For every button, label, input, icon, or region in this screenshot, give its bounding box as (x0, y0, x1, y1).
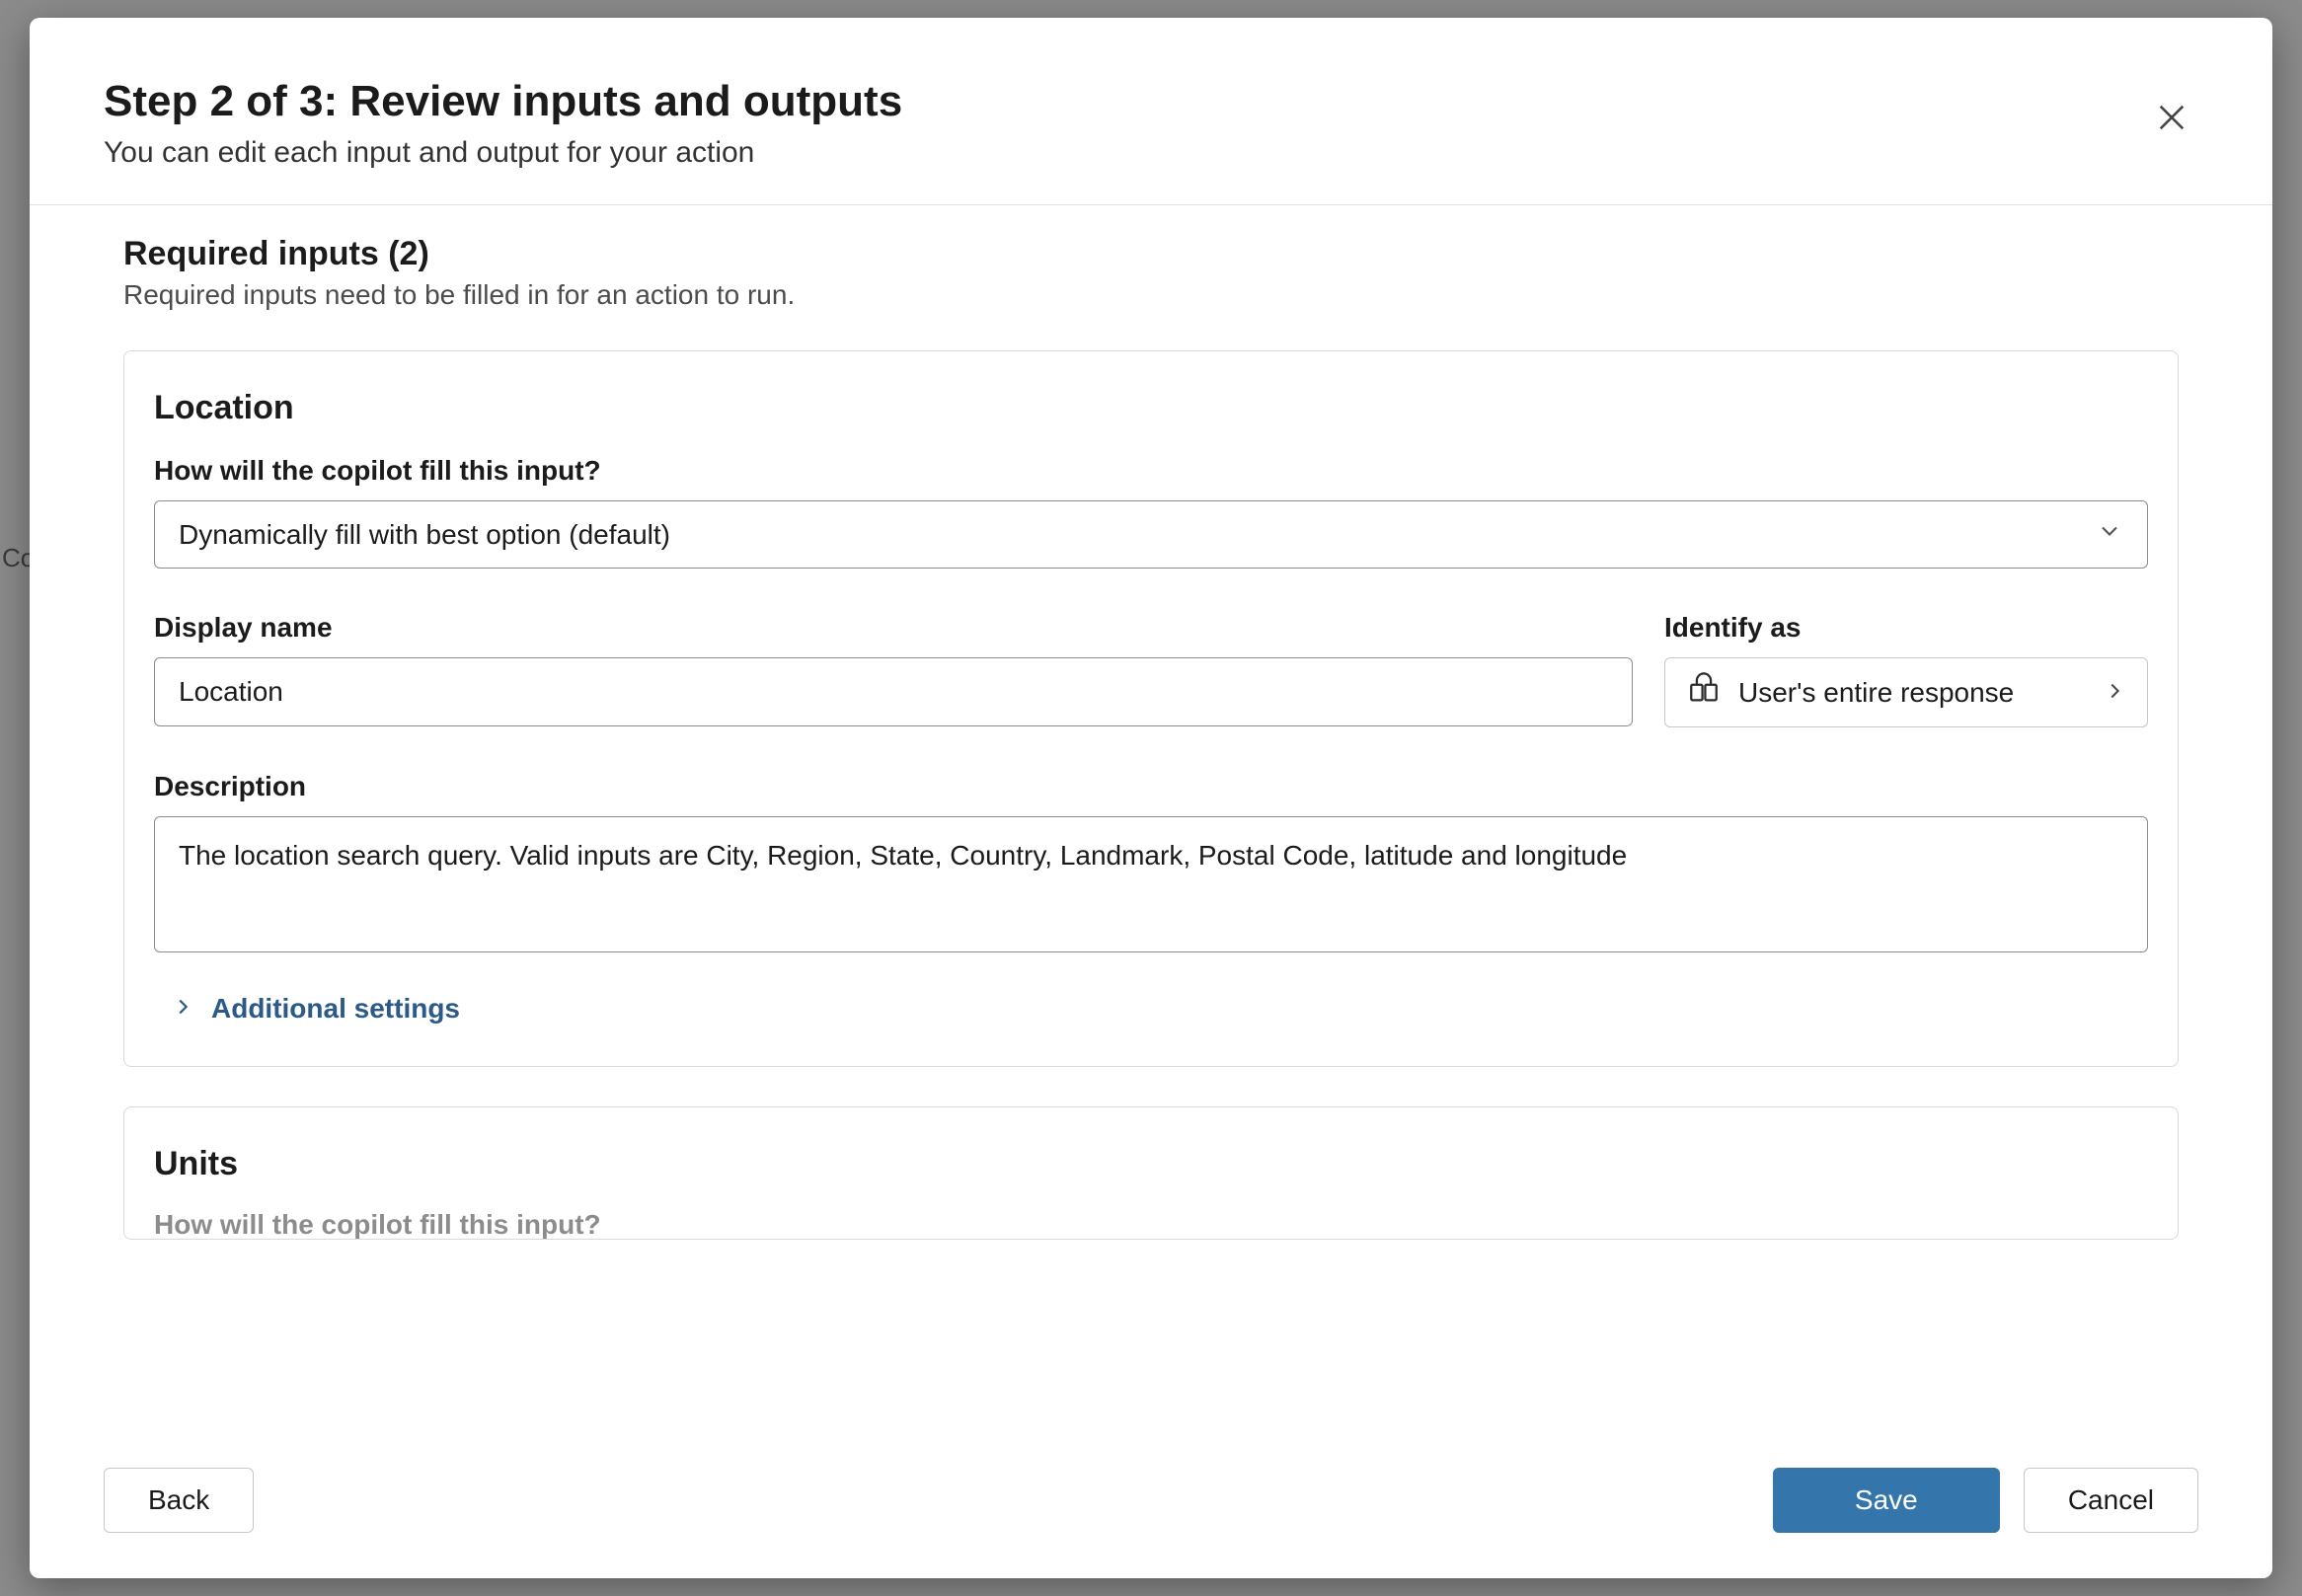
chevron-right-icon (2104, 677, 2125, 709)
input-card-location: Location How will the copilot fill this … (123, 350, 2179, 1067)
input-title: Units (154, 1145, 2148, 1183)
close-icon (2155, 122, 2188, 137)
close-button[interactable] (2145, 91, 2198, 147)
dialog-title: Step 2 of 3: Review inputs and outputs (104, 77, 902, 126)
dialog-header: Step 2 of 3: Review inputs and outputs Y… (30, 18, 2272, 205)
additional-settings-toggle[interactable]: Additional settings (172, 993, 460, 1025)
fill-method-label: How will the copilot fill this input? (154, 1209, 2148, 1240)
save-button[interactable]: Save (1773, 1468, 2000, 1533)
cancel-button[interactable]: Cancel (2024, 1468, 2198, 1533)
fill-method-select[interactable]: Dynamically fill with best option (defau… (154, 500, 2148, 569)
identify-as-value: User's entire response (1738, 677, 2086, 709)
additional-settings-label: Additional settings (211, 993, 460, 1025)
description-input[interactable] (154, 816, 2148, 952)
dialog-subtitle: You can edit each input and output for y… (104, 136, 902, 170)
display-name-label: Display name (154, 612, 1633, 644)
chevron-right-icon (172, 996, 193, 1023)
chevron-down-icon (2096, 517, 2123, 552)
required-inputs-subtitle: Required inputs need to be filled in for… (123, 279, 2179, 311)
identify-as-label: Identify as (1664, 612, 2148, 644)
display-name-input[interactable] (154, 657, 1633, 726)
description-label: Description (154, 771, 2148, 802)
required-inputs-heading: Required inputs (2) (123, 235, 2179, 273)
dialog-footer: Back Save Cancel (30, 1428, 2272, 1578)
back-button[interactable]: Back (104, 1468, 254, 1533)
entity-icon (1687, 672, 1721, 713)
input-card-units: Units How will the copilot fill this inp… (123, 1106, 2179, 1240)
review-inputs-dialog: Step 2 of 3: Review inputs and outputs Y… (30, 18, 2272, 1578)
identify-as-button[interactable]: User's entire response (1664, 657, 2148, 727)
fill-method-value: Dynamically fill with best option (defau… (179, 519, 670, 551)
dialog-body: Required inputs (2) Required inputs need… (30, 205, 2272, 1428)
fill-method-label: How will the copilot fill this input? (154, 455, 2148, 487)
input-title: Location (154, 389, 2148, 427)
